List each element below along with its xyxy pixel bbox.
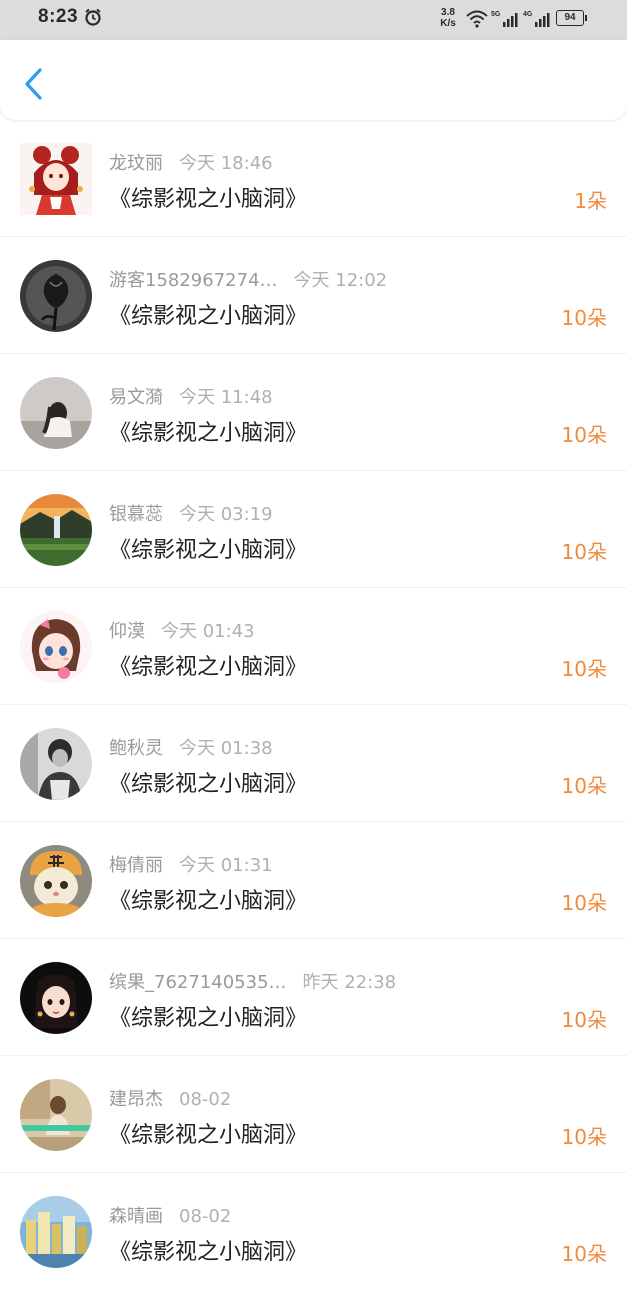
sender-name: 建昂杰: [109, 1089, 163, 1110]
book-title: 《综影视之小脑洞》: [109, 655, 308, 680]
avatar: [20, 494, 92, 566]
list-item[interactable]: 游客1582967274… 今天 12:02 《综影视之小脑洞》 10朵: [0, 237, 627, 354]
gift-amount: 10朵: [561, 540, 607, 564]
book-title: 《综影视之小脑洞》: [109, 1240, 308, 1265]
book-title: 《综影视之小脑洞》: [109, 421, 308, 446]
avatar: [20, 1079, 92, 1151]
sender-line: 森晴画 08-02: [109, 1202, 232, 1227]
send-time: 08-02: [179, 1089, 232, 1110]
status-time: 8:23: [38, 6, 79, 27]
signal-5g-label: 5G: [491, 11, 501, 18]
send-time: 08-02: [179, 1206, 232, 1227]
book-title: 《综影视之小脑洞》: [109, 304, 308, 329]
battery-level: 94: [556, 10, 584, 26]
list-item[interactable]: 森晴画 08-02 《综影视之小脑洞》 10朵: [0, 1173, 627, 1290]
alarm-icon: [85, 8, 101, 26]
sender-name: 鲍秋灵: [109, 738, 163, 759]
sender-name: 缤果_7627140535…: [109, 972, 287, 993]
gift-record-list: 龙玟丽 今天 18:46 《综影视之小脑洞》 1朵 游客1582967274… 今天…: [0, 120, 627, 1290]
send-time: 昨天 22:38: [302, 972, 397, 993]
sender-line: 缤果_7627140535… 昨天 22:38: [109, 968, 397, 993]
sender-name: 易文漪: [109, 387, 163, 408]
battery-tip: [585, 15, 587, 21]
send-time: 今天 01:43: [161, 621, 255, 642]
list-item[interactable]: 仰漠 今天 01:43 《综影视之小脑洞》 10朵: [0, 588, 627, 705]
net-speed-value: 3.8: [441, 7, 455, 18]
list-item[interactable]: 鲍秋灵 今天 01:38 《综影视之小脑洞》 10朵: [0, 705, 627, 822]
sender-name: 森晴画: [109, 1206, 163, 1227]
gift-amount: 10朵: [561, 1125, 607, 1149]
net-speed-unit: K/s: [440, 18, 456, 29]
signal-icon: 5G: [491, 11, 518, 27]
sender-line: 银慕蕊 今天 03:19: [109, 500, 273, 525]
book-title: 《综影视之小脑洞》: [109, 1006, 308, 1031]
avatar: [20, 845, 92, 917]
sender-name: 仰漠: [109, 621, 145, 642]
sender-line: 梅倩丽 今天 01:31: [109, 851, 273, 876]
sender-name: 游客1582967274…: [109, 270, 278, 291]
battery-icon: 94: [556, 10, 587, 26]
gift-amount: 10朵: [561, 1242, 607, 1266]
avatar: [20, 962, 92, 1034]
send-time: 今天 11:48: [179, 387, 273, 408]
avatar: [20, 260, 92, 332]
gift-amount: 10朵: [561, 1008, 607, 1032]
list-item[interactable]: 银慕蕊 今天 03:19 《综影视之小脑洞》 10朵: [0, 471, 627, 588]
sender-name: 龙玟丽: [109, 153, 163, 174]
avatar: [20, 728, 92, 800]
sender-name: 梅倩丽: [109, 855, 163, 876]
send-time: 今天 03:19: [179, 504, 273, 525]
sender-line: 仰漠 今天 01:43: [109, 617, 255, 642]
list-item[interactable]: 易文漪 今天 11:48 《综影视之小脑洞》 10朵: [0, 354, 627, 471]
signal-4g-label: 4G: [523, 11, 533, 18]
avatar: [20, 377, 92, 449]
chevron-left-icon: [25, 68, 42, 100]
list-item[interactable]: 龙玟丽 今天 18:46 《综影视之小脑洞》 1朵: [0, 120, 627, 237]
gift-amount: 1朵: [574, 189, 607, 213]
sender-name: 银慕蕊: [109, 504, 163, 525]
sender-line: 建昂杰 08-02: [109, 1085, 232, 1110]
gift-amount: 10朵: [561, 423, 607, 447]
book-title: 《综影视之小脑洞》: [109, 187, 308, 212]
book-title: 《综影视之小脑洞》: [109, 1123, 308, 1148]
sender-line: 易文漪 今天 11:48: [109, 383, 273, 408]
gift-amount: 10朵: [561, 774, 607, 798]
top-bar: [0, 40, 627, 120]
book-title: 《综影视之小脑洞》: [109, 889, 308, 914]
gift-amount: 10朵: [561, 657, 607, 681]
list-item[interactable]: 缤果_7627140535… 昨天 22:38 《综影视之小脑洞》 10朵: [0, 939, 627, 1056]
book-title: 《综影视之小脑洞》: [109, 772, 308, 797]
list-item[interactable]: 梅倩丽 今天 01:31 《综影视之小脑洞》 10朵: [0, 822, 627, 939]
send-time: 今天 01:31: [179, 855, 273, 876]
list-item[interactable]: 建昂杰 08-02 《综影视之小脑洞》 10朵: [0, 1056, 627, 1173]
send-time: 今天 12:02: [293, 270, 388, 291]
avatar: [20, 611, 92, 683]
send-time: 今天 01:38: [179, 738, 273, 759]
sender-line: 游客1582967274… 今天 12:02: [109, 266, 388, 291]
send-time: 今天 18:46: [179, 153, 273, 174]
avatar: [20, 1196, 92, 1268]
gift-amount: 10朵: [561, 306, 607, 330]
sender-line: 鲍秋灵 今天 01:38: [109, 734, 273, 759]
wifi-icon: [466, 10, 488, 28]
net-speed: 3.8 K/s: [436, 7, 460, 29]
signal-icon: 4G: [523, 11, 550, 27]
gift-amount: 10朵: [561, 891, 607, 915]
book-title: 《综影视之小脑洞》: [109, 538, 308, 563]
back-button[interactable]: [18, 64, 50, 104]
status-bar: 8:23 3.8 K/s 5G 4G 94: [0, 0, 627, 40]
sender-line: 龙玟丽 今天 18:46: [109, 149, 273, 174]
avatar: [20, 143, 92, 215]
